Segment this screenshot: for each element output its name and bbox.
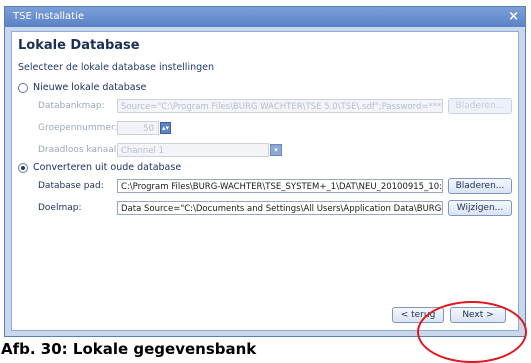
radio-convert-database-label: Converteren uit oude database: [33, 162, 182, 173]
content-panel: Lokale Database Selecteer de lokale data…: [11, 31, 519, 331]
page-title: Lokale Database: [18, 38, 140, 53]
databankmap-label: Databankmap:: [38, 101, 105, 111]
combo-dropdown-icon[interactable]: ▾: [270, 144, 282, 156]
window-title: TSE Installatie: [13, 11, 85, 22]
databankmap-field[interactable]: Source="C:\Program Files\BURG WACHTER\TS…: [117, 99, 443, 113]
radio-convert-database[interactable]: Converteren uit oude database: [18, 162, 181, 173]
databankmap-browse-button[interactable]: Bladeren...: [448, 98, 512, 114]
doelmap-field[interactable]: Data Source="C:\Documents and Settings\A…: [117, 201, 443, 215]
doelmap-label: Doelmap:: [38, 203, 82, 213]
groepennummer-label: Groepennummer:: [38, 123, 118, 133]
radio-new-database-label: Nieuwe lokale database: [33, 82, 147, 93]
installer-window: TSE Installatie × Lokale Database Select…: [4, 6, 526, 337]
page-subtitle: Selecteer de lokale database instellinge…: [18, 62, 215, 73]
radio-icon[interactable]: [18, 82, 28, 93]
draadloos-combo[interactable]: Channel 1: [117, 143, 269, 157]
figure-caption: Afb. 30: Lokale gegevensbank: [1, 340, 257, 358]
highlight-circle: [417, 301, 527, 363]
radio-checked-icon[interactable]: [18, 162, 28, 173]
close-icon[interactable]: ×: [508, 8, 519, 26]
groepennummer-field[interactable]: 50: [117, 121, 159, 135]
doelmap-change-button[interactable]: Wijzigen...: [448, 200, 512, 216]
draadloos-label: Draadloos kanaal:: [38, 145, 120, 155]
spinner-arrows-icon[interactable]: ▴▾: [160, 122, 171, 134]
database-pad-browse-button[interactable]: Bladeren...: [448, 178, 512, 194]
database-pad-field[interactable]: C:\Program Files\BURG-WACHTER\TSE_SYSTEM…: [117, 179, 443, 193]
radio-new-database[interactable]: Nieuwe lokale database: [18, 82, 146, 93]
title-bar: TSE Installatie ×: [5, 7, 525, 27]
database-pad-label: Database pad:: [38, 181, 104, 191]
